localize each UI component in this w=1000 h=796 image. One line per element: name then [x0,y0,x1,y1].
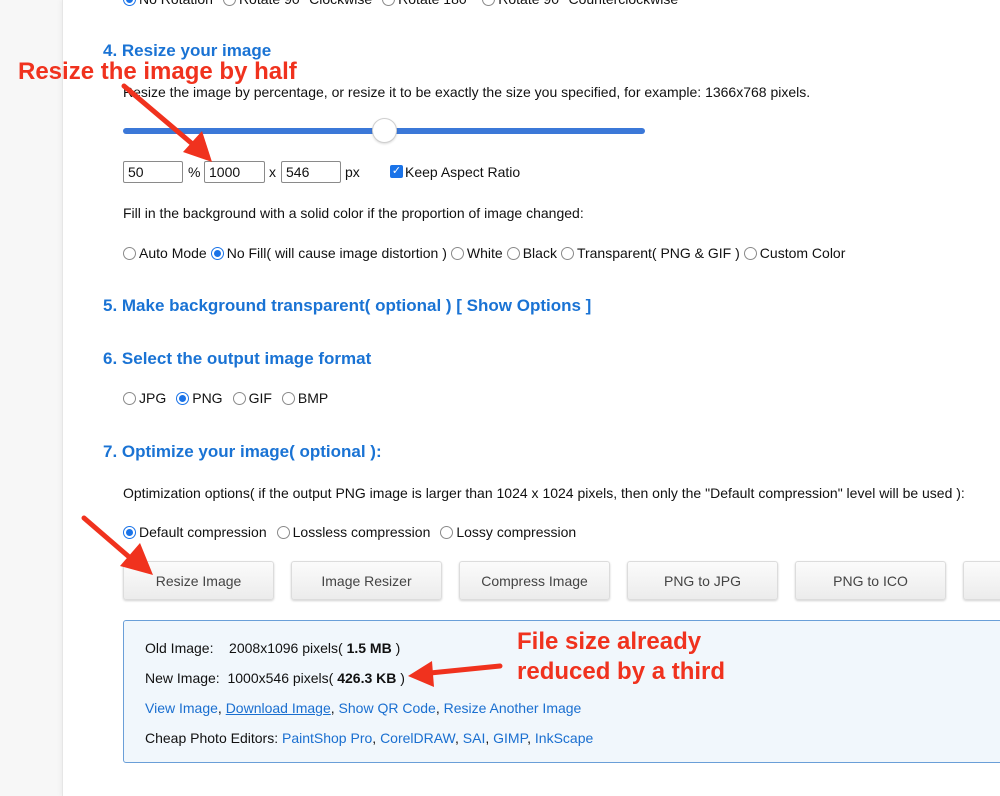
annotation-resize-half: Resize the image by half [18,58,297,85]
png-to-ico-button[interactable]: PNG to ICO [795,561,946,600]
px-unit: px [345,164,360,180]
download-image-link[interactable]: Download Image [226,700,331,716]
keep-aspect-checkbox[interactable]: ✓ [390,165,403,178]
times-label: x [269,164,276,180]
rotation-option-90cw[interactable]: Rotate 90° Clockwise [222,0,372,7]
resize-image-button[interactable]: Resize Image [123,561,274,600]
format-option-png[interactable]: PNG [176,390,223,406]
fill-option-white[interactable]: White [450,245,503,261]
percent-unit: % [188,164,201,180]
radio-icon[interactable] [743,246,757,260]
resize-slider-handle[interactable] [372,118,397,143]
new-image-size: 426.3 KB [337,670,397,686]
old-image-dims: 2008x1096 pixels( [229,640,343,656]
optimize-option-lossy[interactable]: Lossy compression [440,524,576,540]
radio-icon[interactable] [123,246,136,260]
optimize-option-default[interactable]: Default compression [123,524,267,540]
format-option-gif[interactable]: GIF [232,390,272,406]
compress-image-button[interactable]: Compress Image [459,561,610,600]
transparent-heading-text: 5. Make background transparent( optional… [103,296,452,315]
fill-description: Fill in the background with a solid colo… [123,205,584,221]
percent-input[interactable] [123,161,183,183]
height-input[interactable] [281,161,341,183]
format-heading: 6. Select the output image format [103,349,372,368]
old-image-info: Old Image: 2008x1096 pixels( 1.5 MB ) [145,640,401,656]
radio-icon[interactable] [281,391,295,405]
radio-icon[interactable] [176,391,190,405]
fill-options: Auto Mode No Fill( will cause image dist… [123,245,849,261]
radio-icon[interactable] [450,246,464,260]
format-options: JPG PNG GIF BMP [123,390,332,406]
editor-link-sai[interactable]: SAI [463,730,486,746]
width-input[interactable] [204,161,265,183]
show-qr-code-link[interactable]: Show QR Code [339,700,436,716]
old-image-label: Old Image: [145,640,214,656]
editor-link-coreldraw[interactable]: CorelDRAW [380,730,455,746]
checkmark-icon: ✓ [391,165,402,177]
editor-link-gimp[interactable]: GIMP [493,730,527,746]
radio-icon[interactable] [232,391,246,405]
editor-link-inkscape[interactable]: InkScape [535,730,593,746]
radio-icon[interactable] [123,391,136,405]
photo-editors: Cheap Photo Editors: PaintShop Pro, Core… [145,730,594,746]
fill-option-black[interactable]: Black [506,245,557,261]
resize-description: Resize the image by percentage, or resiz… [123,84,811,100]
radio-icon[interactable] [506,246,520,260]
radio-icon[interactable] [440,525,454,539]
editor-link-paintshop[interactable]: PaintShop Pro [282,730,372,746]
rotation-options: No Rotation Rotate 90° Clockwise Rotate … [123,0,682,7]
fill-option-transparent[interactable]: Transparent( PNG & GIF ) [560,245,740,261]
optimize-option-lossless[interactable]: Lossless compression [276,524,430,540]
fill-option-no-fill[interactable]: No Fill( will cause image distortion ) [210,245,447,261]
radio-icon[interactable] [382,0,396,6]
fill-option-auto[interactable]: Auto Mode [123,245,207,261]
resize-another-link[interactable]: Resize Another Image [444,700,582,716]
rotation-option-none[interactable]: No Rotation [123,0,213,7]
radio-icon[interactable] [123,0,136,6]
new-image-info: New Image: 1000x546 pixels( 426.3 KB ) [145,670,405,686]
radio-icon[interactable] [276,525,290,539]
keep-aspect-label[interactable]: Keep Aspect Ratio [405,164,520,180]
rotation-option-180[interactable]: Rotate 180° [382,0,472,7]
radio-icon[interactable] [560,246,574,260]
fill-option-custom[interactable]: Custom Color [743,245,845,261]
format-option-jpg[interactable]: JPG [123,390,166,406]
show-options-link[interactable]: [ Show Options ] [456,296,591,315]
result-links: View Image, Download Image, Show QR Code… [145,700,582,716]
more-tool-button[interactable] [963,561,1000,600]
new-image-dims: 1000x546 pixels( [227,670,334,686]
editors-label: Cheap Photo Editors: [145,730,279,746]
optimize-heading: 7. Optimize your image( optional ): [103,442,382,461]
annotation-file-size: File size already reduced by a third [517,628,726,685]
view-image-link[interactable]: View Image [145,700,218,716]
new-image-label: New Image: [145,670,220,686]
optimize-options: Default compression Lossless compression… [123,524,580,540]
image-resizer-button[interactable]: Image Resizer [291,561,442,600]
optimize-description: Optimization options( if the output PNG … [123,485,965,501]
transparent-heading: 5. Make background transparent( optional… [103,296,591,316]
format-option-bmp[interactable]: BMP [281,390,328,406]
radio-icon[interactable] [482,0,496,6]
radio-icon[interactable] [210,246,224,260]
rotation-option-90ccw[interactable]: Rotate 90° Counterclockwise [482,0,678,7]
radio-icon[interactable] [123,525,136,539]
png-to-jpg-button[interactable]: PNG to JPG [627,561,778,600]
old-image-size: 1.5 MB [346,640,392,656]
radio-icon[interactable] [222,0,236,6]
